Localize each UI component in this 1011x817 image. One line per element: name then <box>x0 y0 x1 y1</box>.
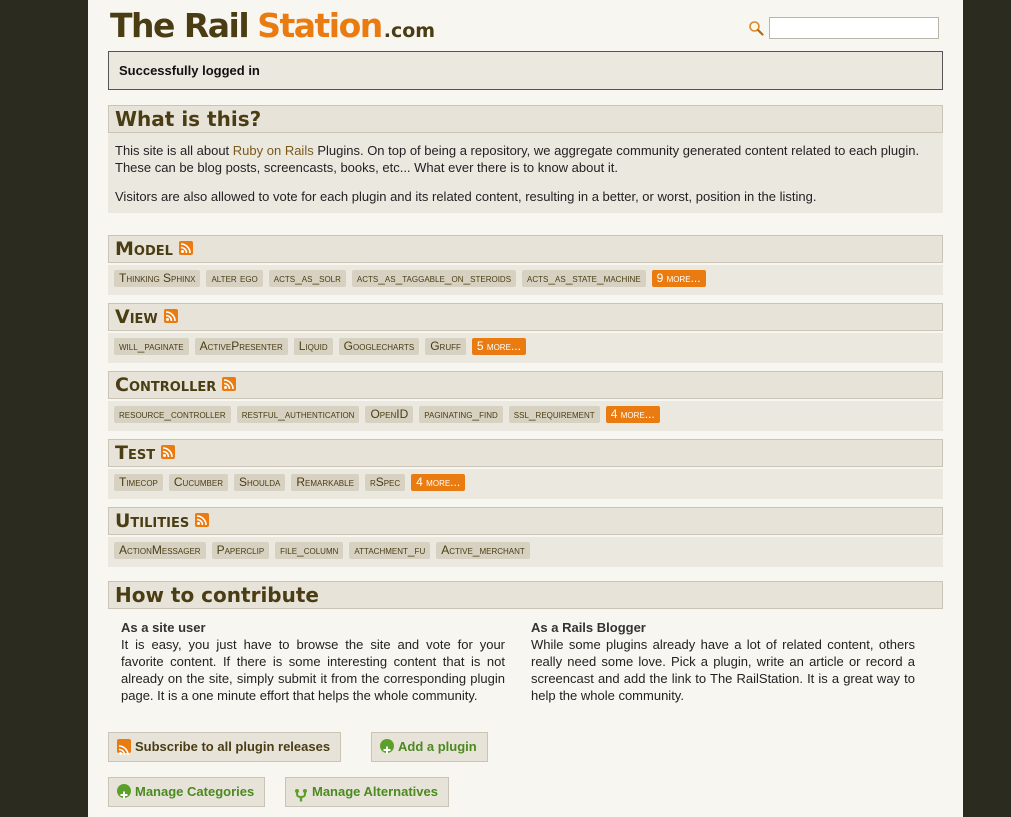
category-title-text[interactable]: View <box>115 306 158 328</box>
category-title-text[interactable]: Utilities <box>115 510 189 532</box>
plugin-tag[interactable]: acts_as_state_machine <box>522 270 646 287</box>
tag-row-test: Timecop Cucumber Shoulda Remarkable rSpec 4 m… <box>108 469 943 499</box>
category-header-view: View <box>108 303 943 331</box>
intro-paragraph-1: This site is all about Ruby on Rails Plu… <box>115 142 937 176</box>
rss-icon[interactable] <box>222 376 237 391</box>
plugin-tag[interactable]: file_column <box>275 542 344 559</box>
plugin-tag[interactable]: attachment_fu <box>349 542 431 559</box>
blogger-heading: As a Rails Blogger <box>531 620 646 635</box>
category-title-text[interactable]: Model <box>115 238 173 260</box>
plugin-tag[interactable]: Gruff <box>425 338 466 355</box>
tag-row-model: Thinking Sphinx alter ego acts_as_solr acts… <box>108 265 943 295</box>
fork-icon <box>294 784 308 802</box>
rss-icon[interactable] <box>161 444 176 459</box>
category-header-utilities: Utilities <box>108 507 943 535</box>
plugin-tag[interactable]: Active_merchant <box>436 542 530 559</box>
plugin-tag[interactable]: Remarkable <box>291 474 359 491</box>
rss-icon <box>117 738 131 755</box>
rss-icon[interactable] <box>178 240 193 255</box>
category-title-test: Test <box>115 440 176 467</box>
category-header-model: Model <box>108 235 943 263</box>
plugin-tag[interactable]: ssl_requirement <box>508 406 600 423</box>
plugin-tag[interactable]: Shoulda <box>234 474 286 491</box>
plugin-tag[interactable]: acts_as_taggable_on_steroids <box>351 270 517 287</box>
plugin-tag[interactable]: acts_as_solr <box>268 270 346 287</box>
contribute-title: How to contribute <box>115 583 319 607</box>
plugin-tag[interactable]: restful_authentication <box>236 406 360 423</box>
manage-alternatives-button[interactable]: Manage Alternatives <box>285 777 449 807</box>
intro-header: What is this? <box>108 105 943 133</box>
tag-row-utilities: ActionMessager Paperclip file_column attach… <box>108 537 943 567</box>
manage-alternatives-label: Manage Alternatives <box>312 784 438 799</box>
search-input[interactable] <box>769 17 939 39</box>
intro-box: This site is all about Ruby on Rails Plu… <box>108 133 943 213</box>
category-title-view: View <box>115 304 178 331</box>
category-title-text[interactable]: Controller <box>115 374 216 396</box>
site-user-text: It is easy, you just have to browse the … <box>121 637 505 703</box>
plugin-tag[interactable]: alter ego <box>206 270 263 287</box>
add-plugin-button[interactable]: Add a plugin <box>371 732 488 762</box>
manage-categories-label: Manage Categories <box>135 784 255 799</box>
plugin-tag[interactable]: Liquid <box>293 338 333 355</box>
intro-title: What is this? <box>115 107 262 131</box>
more-plugins-link[interactable]: 5 more... <box>471 338 526 355</box>
category-title-model: Model <box>115 236 193 263</box>
plugin-tag[interactable]: Thinking Sphinx <box>114 270 201 287</box>
plus-circle-icon <box>117 783 131 799</box>
tag-row-controller: resource_controller restful_authenticatio… <box>108 401 943 431</box>
site-user-heading: As a site user <box>121 620 206 635</box>
logo-text-the-rail: The Rail <box>110 6 250 45</box>
category-header-controller: Controller <box>108 371 943 399</box>
site-logo[interactable]: The Rail Station .com <box>110 4 435 53</box>
contribute-site-user: As a site user It is easy, you just have… <box>121 619 505 704</box>
plus-circle-icon <box>380 738 394 754</box>
contribute-blogger: As a Rails Blogger While some plugins al… <box>531 619 915 704</box>
subscribe-all-button[interactable]: Subscribe to all plugin releases <box>108 732 342 762</box>
more-plugins-link[interactable]: 4 more... <box>605 406 660 423</box>
plugin-tag[interactable]: Paperclip <box>211 542 270 559</box>
category-title-controller: Controller <box>115 372 237 399</box>
rss-icon[interactable] <box>163 308 178 323</box>
plugin-tag[interactable]: ActivePresenter <box>194 338 288 355</box>
plugin-tag[interactable]: Timecop <box>114 474 163 491</box>
blogger-text: While some plugins already have a lot of… <box>531 637 915 703</box>
plugin-tag[interactable]: Cucumber <box>168 474 229 491</box>
add-plugin-label: Add a plugin <box>398 739 477 754</box>
ruby-on-rails-link[interactable]: Ruby on Rails <box>233 143 314 158</box>
intro-text-before-link: This site is all about <box>115 143 233 158</box>
category-header-test: Test <box>108 439 943 467</box>
search-icon[interactable] <box>748 20 764 36</box>
logo-text-com: .com <box>383 20 436 42</box>
rss-icon[interactable] <box>195 512 210 527</box>
logo-text-station: Station <box>257 6 383 45</box>
subscribe-all-label: Subscribe to all plugin releases <box>135 739 331 754</box>
contribute-header: How to contribute <box>108 581 943 609</box>
intro-paragraph-2: Visitors are also allowed to vote for ea… <box>115 189 817 204</box>
manage-categories-button[interactable]: Manage Categories <box>108 777 266 807</box>
plugin-tag[interactable]: Googlecharts <box>338 338 420 355</box>
category-title-utilities: Utilities <box>115 508 210 535</box>
plugin-tag[interactable]: OpenID <box>365 406 414 423</box>
plugin-tag[interactable]: will_paginate <box>114 338 189 355</box>
category-title-text[interactable]: Test <box>115 442 155 464</box>
plugin-tag[interactable]: ActionMessager <box>114 542 206 559</box>
tag-row-view: will_paginate ActivePresenter Liquid Google… <box>108 333 943 363</box>
plugin-tag[interactable]: paginating_find <box>419 406 503 423</box>
page: The Rail Station .com Successfully logged … <box>88 0 963 817</box>
more-plugins-link[interactable]: 9 more... <box>651 270 706 287</box>
flash-message: Successfully logged in <box>108 51 943 90</box>
plugin-tag[interactable]: resource_controller <box>114 406 231 423</box>
more-plugins-link[interactable]: 4 more... <box>411 474 466 491</box>
plugin-tag[interactable]: rSpec <box>364 474 406 491</box>
